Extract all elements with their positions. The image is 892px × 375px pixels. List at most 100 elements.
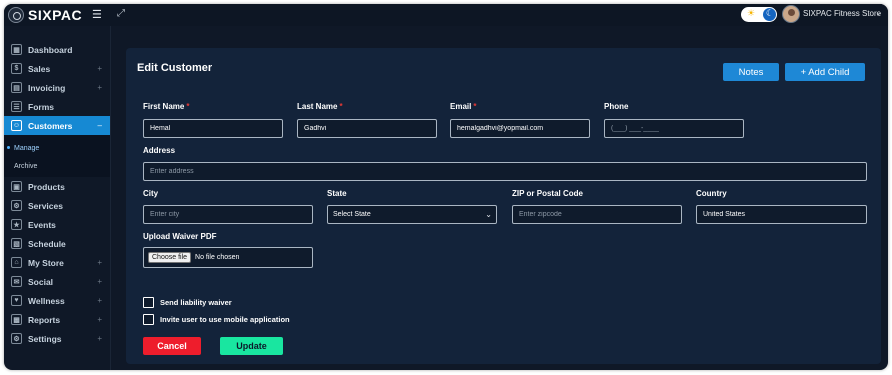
sidebar-divider	[110, 26, 111, 370]
mobile-invite-label: Invite user to use mobile application	[160, 315, 290, 324]
last-name-field[interactable]	[297, 119, 437, 138]
sidebar-subitem-archive[interactable]: Archive	[4, 157, 110, 175]
required-marker: *	[473, 102, 477, 111]
sidebar-item-sales[interactable]: $ Sales +	[4, 59, 110, 78]
sales-icon: $	[11, 63, 22, 74]
state-selected-value: Select State	[333, 211, 371, 218]
email-field[interactable]	[450, 119, 590, 138]
brand-name: SIXPAC	[28, 7, 83, 23]
sidebar-item-dashboard[interactable]: ▦ Dashboard	[4, 40, 110, 59]
state-select[interactable]: Select State ⌄	[327, 205, 497, 224]
update-button[interactable]: Update	[220, 337, 283, 355]
sidebar-item-reports[interactable]: ▩ Reports +	[4, 310, 110, 329]
country-label: Country	[696, 189, 727, 198]
sidebar-item-label: Services	[28, 200, 63, 211]
first-name-field[interactable]	[143, 119, 283, 138]
notes-button[interactable]: Notes	[723, 63, 779, 81]
liability-waiver-label: Send liability waiver	[160, 298, 232, 307]
fullscreen-icon[interactable]: ⤢	[117, 8, 125, 19]
city-label: City	[143, 189, 159, 198]
app-window: SIXPAC ☰ ⤢ ☀ ☾ SIXPAC Fitness Store ⌄ ▦ …	[4, 4, 888, 370]
settings-icon: ⚙	[11, 333, 22, 344]
expand-plus-icon[interactable]: +	[97, 296, 102, 305]
sun-icon: ☀	[747, 8, 756, 18]
sidebar-item-label: Customers	[28, 120, 73, 131]
logo-icon	[8, 7, 24, 23]
liability-waiver-checkbox[interactable]	[143, 297, 154, 308]
sidebar-item-invoicing[interactable]: ▤ Invoicing +	[4, 78, 110, 97]
moon-icon: ☾	[765, 8, 774, 18]
sidebar-item-customers[interactable]: ☺ Customers –	[4, 116, 110, 135]
waiver-upload-label: Upload Waiver PDF	[143, 232, 217, 241]
mobile-invite-checkbox-row[interactable]: Invite user to use mobile application	[143, 314, 290, 325]
hamburger-icon[interactable]: ☰	[92, 8, 104, 22]
chevron-down-icon[interactable]: ⌄	[875, 8, 882, 17]
sidebar-item-label: Forms	[28, 101, 54, 112]
required-marker: *	[186, 102, 190, 111]
expand-plus-icon[interactable]: +	[97, 277, 102, 286]
expand-plus-icon[interactable]: +	[97, 258, 102, 267]
sidebar-item-my-store[interactable]: ⌂ My Store +	[4, 253, 110, 272]
email-label: Email *	[450, 102, 476, 111]
last-name-label-text: Last Name	[297, 102, 338, 111]
sidebar-item-social[interactable]: ✉ Social +	[4, 272, 110, 291]
last-name-label: Last Name *	[297, 102, 343, 111]
expand-plus-icon[interactable]: +	[97, 64, 102, 73]
country-field[interactable]	[696, 205, 867, 224]
sidebar-item-label: Wellness	[28, 295, 65, 306]
sidebar-item-label: Reports	[28, 314, 61, 325]
sidebar-item-settings[interactable]: ⚙ Settings +	[4, 329, 110, 348]
required-marker: *	[339, 102, 343, 111]
products-icon: ▣	[11, 181, 22, 192]
sidebar-item-forms[interactable]: ☰ Forms	[4, 97, 110, 116]
zip-label: ZIP or Postal Code	[512, 189, 583, 198]
mobile-invite-checkbox[interactable]	[143, 314, 154, 325]
social-icon: ✉	[11, 276, 22, 287]
first-name-label: First Name *	[143, 102, 189, 111]
expand-plus-icon[interactable]: +	[97, 334, 102, 343]
cancel-button[interactable]: Cancel	[143, 337, 201, 355]
expand-plus-icon[interactable]: +	[97, 315, 102, 324]
top-bar: SIXPAC ☰ ⤢ ☀ ☾ SIXPAC Fitness Store ⌄	[4, 4, 888, 26]
expand-plus-icon[interactable]: +	[97, 83, 102, 92]
edit-customer-card: Edit Customer Notes + Add Child First Na…	[126, 48, 881, 364]
sidebar-item-services[interactable]: ⚙ Services	[4, 196, 110, 215]
sidebar-item-products[interactable]: ▣ Products	[4, 177, 110, 196]
file-status: No file chosen	[195, 254, 240, 261]
theme-toggle[interactable]: ☀ ☾	[741, 7, 777, 22]
sidebar-item-wellness[interactable]: ♥ Wellness +	[4, 291, 110, 310]
page-title: Edit Customer	[137, 62, 213, 74]
events-icon: ★	[11, 219, 22, 230]
add-child-button[interactable]: + Add Child	[785, 63, 865, 81]
phone-label: Phone	[604, 102, 629, 111]
address-field[interactable]	[143, 162, 867, 181]
zip-field[interactable]	[512, 205, 682, 224]
sidebar-item-label: Social	[28, 276, 54, 287]
phone-field[interactable]	[604, 119, 744, 138]
sidebar-item-label: Products	[28, 181, 65, 192]
sidebar-item-label: Settings	[28, 333, 62, 344]
sidebar-item-events[interactable]: ★ Events	[4, 215, 110, 234]
address-label: Address	[143, 146, 176, 155]
sidebar-item-label: Events	[28, 219, 56, 230]
customers-submenu: Manage Archive	[4, 135, 110, 177]
sidebar-subitem-manage[interactable]: Manage	[4, 139, 110, 157]
brand-logo[interactable]: SIXPAC	[8, 6, 82, 24]
schedule-icon: ▧	[11, 238, 22, 249]
store-name[interactable]: SIXPAC Fitness Store	[803, 9, 881, 18]
services-icon: ⚙	[11, 200, 22, 211]
city-field[interactable]	[143, 205, 313, 224]
waiver-file-input[interactable]: Choose file No file chosen	[143, 247, 313, 268]
avatar[interactable]	[782, 5, 800, 23]
invoice-icon: ▤	[11, 82, 22, 93]
choose-file-button[interactable]: Choose file	[148, 252, 192, 263]
sidebar-item-label: Schedule	[28, 238, 66, 249]
collapse-minus-icon[interactable]: –	[98, 121, 102, 130]
email-label-text: Email	[450, 102, 472, 111]
liability-waiver-checkbox-row[interactable]: Send liability waiver	[143, 297, 232, 308]
chevron-down-icon: ⌄	[485, 210, 492, 219]
sidebar-item-label: Dashboard	[28, 44, 73, 55]
sidebar-item-label: Sales	[28, 63, 51, 74]
sidebar-item-schedule[interactable]: ▧ Schedule	[4, 234, 110, 253]
first-name-label-text: First Name	[143, 102, 185, 111]
